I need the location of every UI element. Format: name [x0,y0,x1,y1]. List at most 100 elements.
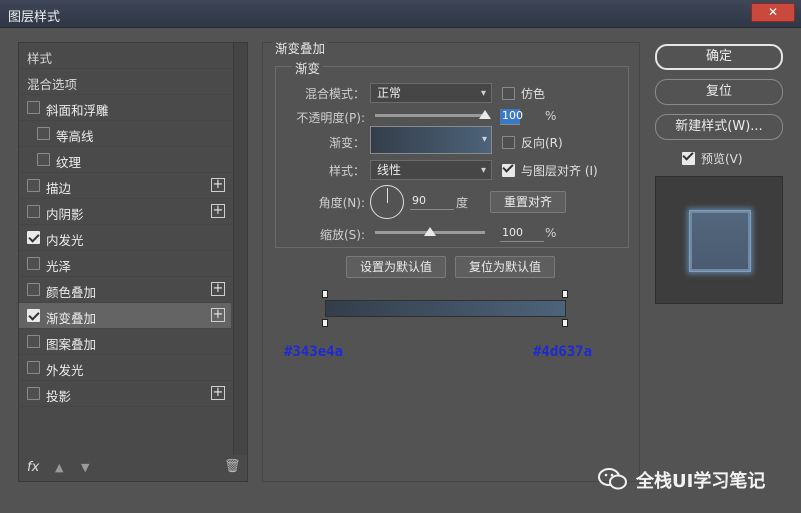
sidebar-item-label: 外发光 [46,363,84,378]
ok-button[interactable]: 确定 [655,44,783,70]
angle-dial[interactable] [370,185,404,219]
sidebar-item[interactable]: 等高线 [19,121,231,147]
align-label: 与图层对齐 (I) [521,164,598,178]
add-icon[interactable]: + [211,282,225,296]
checkbox-icon [502,87,515,100]
sidebar-item-label: 渐变叠加 [46,311,97,326]
blend-mode-select[interactable]: 正常 ▾ [370,83,492,103]
checkbox-icon[interactable] [27,283,40,296]
reverse-label: 反向(R) [521,136,563,150]
add-icon[interactable]: + [211,178,225,192]
gradient-label: 渐变： [328,136,365,150]
scale-slider-thumb[interactable] [424,227,436,236]
angle-unit: 度 [456,196,469,210]
chevron-down-icon: ▾ [481,134,487,145]
color-stop-right[interactable] [562,319,568,327]
scale-label: 缩放(S): [319,228,365,242]
checkbox-icon[interactable] [27,205,40,218]
checkbox-icon[interactable] [27,101,40,114]
wechat-icon [598,468,627,490]
preview-checkbox[interactable]: 预览(V) [682,150,743,167]
opacity-slider-track[interactable] [375,114,485,117]
layer-style-dialog: 样式混合选项斜面和浮雕等高线 纹理描边 + 内阴影 + 内发光光泽颜色叠加 + 渐变叠加 + 图案… [0,28,801,513]
checkbox-icon[interactable] [37,153,50,166]
sidebar-item[interactable]: 光泽 [19,251,231,277]
checkbox-checked-icon[interactable] [27,309,40,322]
add-icon[interactable]: + [211,308,225,322]
sidebar-item-label: 斜面和浮雕 [46,103,109,118]
opacity-slider-thumb[interactable] [479,110,491,119]
sidebar-item[interactable]: 投影 + [19,381,231,407]
sidebar-item[interactable]: 颜色叠加 + [19,277,231,303]
reset-align-button[interactable]: 重置对齐 [490,191,566,213]
checkbox-icon[interactable] [27,387,40,400]
gradient-picker[interactable]: ▾ [370,126,492,154]
fx-button[interactable]: fx [27,460,39,475]
sidebar-item[interactable]: 外发光 [19,355,231,381]
checkbox-icon[interactable] [27,257,40,270]
sidebar-item[interactable]: 内阴影 + [19,199,231,225]
trash-icon[interactable]: 🗑 [224,459,241,474]
sidebar-item-label: 颜色叠加 [46,285,97,300]
checkbox-checked-icon [502,164,515,177]
set-default-button[interactable]: 设置为默认值 [346,256,446,278]
dither-label: 仿色 [521,87,546,101]
checkbox-icon [502,136,515,149]
color-stop-left[interactable] [322,319,328,327]
watermark-text: 全栈UI学习笔记 [636,471,766,492]
opacity-label: 不透明度(P): [296,111,365,125]
checkbox-checked-icon[interactable] [27,231,40,244]
move-down-icon[interactable]: ▼ [81,461,89,474]
checkbox-icon[interactable] [27,335,40,348]
checkbox-icon[interactable] [27,361,40,374]
sidebar-item-label: 混合选项 [27,77,78,92]
reset-button[interactable]: 复位 [655,79,783,105]
window-title: 图层样式 [8,10,61,25]
sidebar-item[interactable]: 渐变叠加 + [19,303,231,329]
scale-unit: % [545,226,557,240]
opacity-unit: % [545,109,557,123]
checkbox-icon[interactable] [37,127,50,140]
angle-input[interactable]: 90 [410,194,454,210]
scale-input[interactable]: 100 [500,226,544,242]
style-select[interactable]: 线性 ▾ [370,160,492,180]
move-up-icon[interactable]: ▲ [55,461,63,474]
new-style-button[interactable]: 新建样式(W)... [655,114,783,140]
preview-label: 预览(V) [701,152,743,166]
opacity-stop-left[interactable] [322,290,328,298]
blend-mode-value: 正常 [377,86,402,100]
checkbox-checked-icon [682,152,695,165]
sidebar-item[interactable]: 斜面和浮雕 [19,95,231,121]
title-bar: 图层样式 ✕ [0,0,801,28]
sidebar-item[interactable]: 样式 [19,43,231,69]
sidebar-item[interactable]: 内发光 [19,225,231,251]
gradient-bar[interactable] [325,300,566,317]
sidebar-item-label: 描边 [46,181,72,196]
style-label: 样式： [328,164,365,178]
close-button[interactable]: ✕ [751,3,795,22]
sidebar-item[interactable]: 描边 + [19,173,231,199]
style-value: 线性 [377,163,402,177]
end-color-label: #4d637a [533,344,593,360]
subgroup-title: 渐变 [292,58,324,77]
section-title: 渐变叠加 [272,38,329,57]
reverse-checkbox[interactable]: 反向(R) [502,134,563,151]
sidebar-item[interactable]: 图案叠加 [19,329,231,355]
opacity-stop-right[interactable] [562,290,568,298]
sidebar-item-label: 内阴影 [46,207,84,222]
list-scrollbar[interactable] [233,43,247,455]
add-icon[interactable]: + [211,204,225,218]
blend-mode-label: 混合模式： [304,87,365,101]
angle-needle [387,188,388,203]
align-with-layer-checkbox[interactable]: 与图层对齐 (I) [502,162,598,179]
sidebar-item[interactable]: 纹理 [19,147,231,173]
start-color-label: #343e4a [284,344,344,360]
add-icon[interactable]: + [211,386,225,400]
dither-checkbox[interactable]: 仿色 [502,85,545,102]
sidebar-item-label: 投影 [46,389,72,404]
reset-default-button[interactable]: 复位为默认值 [455,256,555,278]
checkbox-icon[interactable] [27,179,40,192]
sidebar-item[interactable]: 混合选项 [19,69,231,95]
opacity-input[interactable]: 100 [500,109,523,125]
sidebar-item-label: 光泽 [46,259,72,274]
